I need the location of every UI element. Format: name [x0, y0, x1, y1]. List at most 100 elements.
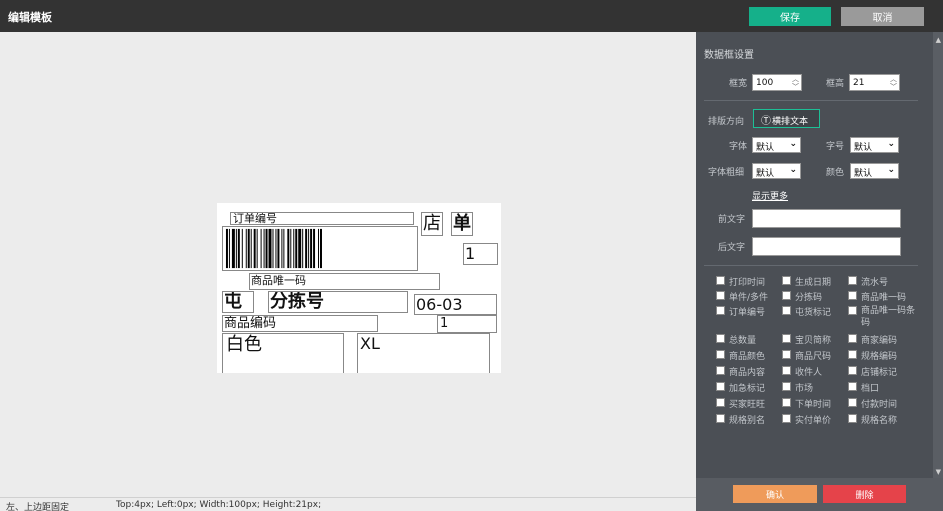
width-stepper[interactable]: 100 ︿ ﹀ — [752, 74, 802, 91]
color-label: 颜色 — [826, 168, 845, 178]
checkbox-box[interactable] — [848, 276, 857, 285]
checkbox-label: 收件人 — [795, 368, 823, 378]
checkbox-label: 流水号 — [861, 278, 889, 288]
size-field[interactable]: XL — [357, 333, 490, 373]
single-field[interactable]: 单 — [451, 212, 473, 236]
prefix-label: 前文字 — [718, 215, 746, 225]
checkbox-label: 商品唯一码 — [861, 293, 907, 303]
design-canvas[interactable]: 订单编号 店 单 1 商品唯一码 屯 分拣号 06-03 商品编码 1 白色 X… — [0, 32, 696, 497]
label-preview[interactable]: 订单编号 店 单 1 商品唯一码 屯 分拣号 06-03 商品编码 1 白色 X… — [217, 203, 501, 373]
suffix-label: 后文字 — [718, 243, 746, 253]
barcode-bar — [302, 228, 304, 269]
sort-no-field[interactable]: 分拣号 — [268, 291, 408, 313]
barcode-bar — [277, 228, 280, 269]
status-text: 左、上边距固定 — [6, 503, 70, 511]
qty-field[interactable]: 1 — [463, 243, 498, 265]
checkbox-label: 单件/多件 — [729, 293, 769, 303]
checkbox-box[interactable] — [716, 382, 725, 391]
checkbox-box[interactable] — [716, 398, 725, 407]
stepper-arrows-icon[interactable]: ︿ ﹀ — [890, 75, 897, 91]
checkbox-box[interactable] — [848, 398, 857, 407]
barcode-bar — [250, 228, 252, 269]
checkbox-box[interactable] — [848, 382, 857, 391]
checkbox-box[interactable] — [716, 306, 725, 315]
cancel-button[interactable]: 取消 — [841, 7, 924, 26]
barcode-bar — [295, 228, 298, 269]
checkbox-label: 规格编码 — [861, 352, 898, 362]
barcode-bar — [308, 228, 310, 269]
size-select[interactable]: 默认 ⌄ — [850, 137, 899, 153]
weight-label: 字体粗细 — [708, 168, 745, 178]
color-field[interactable]: 白色 — [222, 333, 344, 373]
suffix-input[interactable] — [752, 237, 901, 256]
order-no-field[interactable]: 订单编号 — [230, 212, 414, 225]
checkbox-box[interactable] — [716, 350, 725, 359]
checkbox-box[interactable] — [848, 334, 857, 343]
checkbox-box[interactable] — [782, 382, 791, 391]
settings-panel: ▲ ▼ 数据框设置 框宽 100 ︿ ﹀ 框高 21 ︿ ﹀ 排版方向 Ⓣ 横排文本… — [696, 32, 943, 511]
sort-value-field[interactable]: 06-03 — [414, 294, 497, 315]
color-select[interactable]: 默认 ⌄ — [850, 163, 899, 179]
count-field[interactable]: 1 — [437, 315, 497, 333]
checkbox-label: 实付单价 — [795, 416, 832, 426]
checkbox-box[interactable] — [782, 350, 791, 359]
checkbox-box[interactable] — [848, 366, 857, 375]
checkbox-box[interactable] — [782, 306, 791, 315]
barcode-bar — [313, 228, 316, 269]
prefix-input[interactable] — [752, 209, 901, 228]
checkbox-label: 商品唯一码条码 — [861, 306, 916, 328]
checkbox-box[interactable] — [848, 291, 857, 300]
checkbox-box[interactable] — [782, 398, 791, 407]
barcode-bar — [235, 228, 237, 269]
checkbox-box[interactable] — [848, 350, 857, 359]
scroll-down-icon[interactable]: ▼ — [936, 468, 941, 476]
status-geometry: Top:4px; Left:0px; Width:100px; Height:2… — [116, 500, 322, 510]
height-stepper[interactable]: 21 ︿ ﹀ — [849, 74, 900, 91]
barcode-bar — [281, 228, 283, 269]
font-select[interactable]: 默认 ⌄ — [752, 137, 801, 153]
checkbox-label: 规格名称 — [861, 416, 898, 426]
checkbox-box[interactable] — [716, 414, 725, 423]
checkbox-box[interactable] — [782, 276, 791, 285]
checkbox-label: 市场 — [795, 384, 814, 394]
status-bar: 左、上边距固定 Top:4px; Left:0px; Width:100px; … — [0, 497, 696, 511]
checkbox-box[interactable] — [716, 276, 725, 285]
barcode-bar — [275, 228, 277, 269]
barcode-bar — [228, 228, 230, 269]
panel-footer: 确认 删除 — [696, 478, 943, 511]
panel-scrollbar[interactable]: ▲ ▼ — [933, 32, 943, 482]
checkbox-box[interactable] — [716, 291, 725, 300]
height-label: 框高 — [826, 79, 845, 89]
barcode-bar — [237, 228, 240, 269]
checkbox-box[interactable] — [848, 414, 857, 423]
stepper-arrows-icon[interactable]: ︿ ﹀ — [792, 75, 799, 91]
checkbox-box[interactable] — [716, 366, 725, 375]
checkbox-box[interactable] — [782, 414, 791, 423]
barcode-bar — [318, 228, 320, 269]
delete-button[interactable]: 删除 — [823, 485, 906, 503]
barcode-bar — [256, 228, 258, 269]
show-more-link[interactable]: 显示更多 — [752, 189, 788, 202]
checkbox-box[interactable] — [716, 334, 725, 343]
checkbox-box[interactable] — [782, 334, 791, 343]
confirm-button[interactable]: 确认 — [733, 485, 817, 503]
checkbox-box[interactable] — [782, 291, 791, 300]
weight-select[interactable]: 默认 ⌄ — [752, 163, 801, 179]
tun-field[interactable]: 屯 — [222, 291, 254, 313]
save-button[interactable]: 保存 — [749, 7, 831, 26]
product-code-field[interactable]: 商品编码 — [222, 315, 378, 332]
barcode-bar — [268, 228, 272, 269]
checkbox-box[interactable] — [848, 306, 857, 315]
direction-label: 排版方向 — [708, 117, 745, 127]
scroll-up-icon[interactable]: ▲ — [936, 36, 941, 44]
checkbox-box[interactable] — [782, 366, 791, 375]
text-direction-button[interactable]: Ⓣ 横排文本 — [753, 109, 820, 128]
product-unique-code-field[interactable]: 商品唯一码 — [249, 273, 440, 290]
barcode[interactable] — [222, 226, 418, 271]
chevron-down-icon: ⌄ — [789, 165, 797, 175]
barcode-bar — [298, 228, 302, 269]
barcode-bar — [283, 228, 285, 269]
shop-field[interactable]: 店 — [421, 212, 443, 236]
barcode-bar — [293, 228, 295, 269]
checkbox-label: 加急标记 — [729, 384, 766, 394]
